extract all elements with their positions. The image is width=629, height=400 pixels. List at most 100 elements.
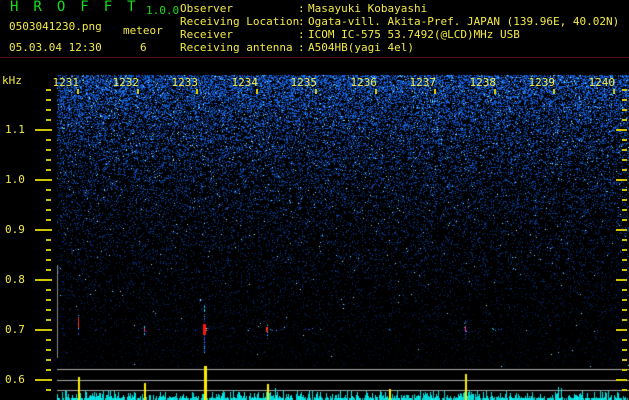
y-tick-minor [46,219,51,221]
y-tick-major [35,129,52,131]
y-tick-minor-right [622,99,627,101]
y-tick-minor-right [622,369,627,371]
y-tick-minor [46,159,51,161]
y-tick-label: 0.9 [5,223,25,236]
info-value: ICOM IC-575 53.7492(@LCD)MHz USB [308,28,520,41]
y-tick-minor-right [622,339,627,341]
observation-datetime: 05.03.04 12:30 [9,41,102,54]
y-tick-major [35,379,52,381]
y-tick-major-right [616,179,627,181]
y-tick-minor [46,289,51,291]
app-version: 1.0.0 [146,4,180,17]
y-tick-minor [46,169,51,171]
x-tick-label: 1235 [290,76,318,89]
info-row: Receiving antenna: A504HB(yagi 4el) [180,41,619,54]
y-tick-minor [46,149,51,151]
x-tick-label: 1240 [588,76,616,89]
info-label: Observer [180,2,233,15]
y-tick-major-right [616,129,627,131]
info-value: A504HB(yagi 4el) [308,41,414,54]
y-tick-minor-right [622,359,627,361]
x-tick [315,89,317,94]
y-tick-minor-right [622,309,627,311]
y-tick-major-right [616,229,627,231]
x-tick-label: 1233 [171,76,199,89]
output-filename: 0503041230.png [9,20,102,33]
x-tick [137,89,139,94]
info-label: Receiver [180,28,233,41]
y-tick-minor-right [622,259,627,261]
y-tick-label: 0.8 [5,273,25,286]
y-tick-major-right [616,379,627,381]
y-tick-minor [46,369,51,371]
y-tick-minor-right [622,149,627,151]
x-tick [553,89,555,94]
y-axis-unit-label: kHz [2,74,22,87]
y-tick-minor [46,109,51,111]
x-tick [613,89,615,94]
y-tick-major [35,279,52,281]
y-tick-minor-right [622,139,627,141]
y-tick-minor [46,189,51,191]
observer-info-block: Observer: Masayuki Kobayashi Receiving Loc… [180,2,619,54]
y-tick-minor-right [622,109,627,111]
y-tick-minor [46,339,51,341]
info-row: Receiver: ICOM IC-575 53.7492(@LCD)MHz US… [180,28,619,41]
y-tick-label: 1.0 [5,173,25,186]
y-tick-minor-right [622,189,627,191]
y-tick-label: 0.7 [5,323,25,336]
y-tick-minor [46,359,51,361]
x-tick [494,89,496,94]
info-colon: : [298,2,305,15]
y-tick-minor [46,319,51,321]
y-tick-major [35,179,52,181]
meteor-count: 6 [140,41,147,54]
y-tick-minor-right [622,269,627,271]
info-value: Ogata-vill. Akita-Pref. JAPAN (139.96E, … [308,15,620,28]
info-label: Receiving antenna [180,41,293,54]
y-tick-major [35,229,52,231]
y-tick-minor [46,139,51,141]
y-tick-minor-right [622,209,627,211]
y-tick-minor-right [622,239,627,241]
y-tick-major-right [616,329,627,331]
y-tick-minor [46,199,51,201]
y-tick-minor-right [622,169,627,171]
x-tick [375,89,377,94]
y-tick-minor [46,99,51,101]
x-tick-label: 1231 [52,76,80,89]
hrofft-output-image: HROFFT 1.0.0 0503041230.png meteor 05.03… [0,0,629,400]
mode-label: meteor [123,24,163,37]
y-tick-minor [46,389,51,391]
y-tick-minor-right [622,249,627,251]
y-tick-minor [46,209,51,211]
info-label: Receiving Location [180,15,300,28]
info-colon: : [298,15,305,28]
header-divider-line [0,57,629,58]
y-tick-minor-right [622,299,627,301]
y-tick-minor-right [622,89,627,91]
x-tick [434,89,436,94]
y-tick-minor [46,309,51,311]
x-tick-label: 1237 [409,76,437,89]
y-tick-major [35,329,52,331]
x-tick-label: 1236 [350,76,378,89]
x-tick [77,89,79,94]
y-tick-minor [46,259,51,261]
spectrogram-canvas [0,0,629,400]
info-row: Observer: Masayuki Kobayashi [180,2,619,15]
x-tick [256,89,258,94]
x-tick-label: 1238 [469,76,497,89]
y-tick-minor [46,119,51,121]
x-tick-label: 1232 [112,76,140,89]
y-tick-minor [46,239,51,241]
y-tick-major-right [616,279,627,281]
y-tick-label: 0.6 [5,373,25,386]
y-tick-minor-right [622,119,627,121]
y-tick-minor-right [622,159,627,161]
info-colon: : [298,41,305,54]
x-tick [196,89,198,94]
y-tick-minor-right [622,219,627,221]
y-tick-label: 1.1 [5,123,25,136]
y-tick-minor [46,269,51,271]
